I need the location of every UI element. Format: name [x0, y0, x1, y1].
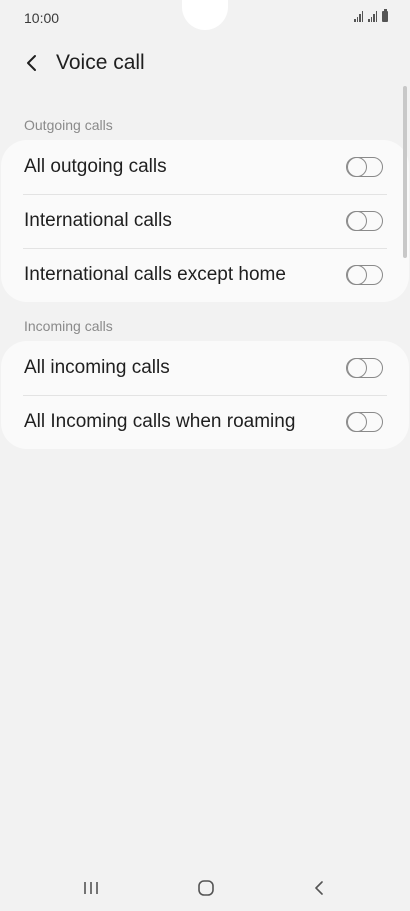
- toggle-switch[interactable]: [346, 264, 383, 285]
- signal-icon: [368, 11, 377, 22]
- back-button[interactable]: [18, 48, 46, 78]
- item-label: All incoming calls: [24, 357, 170, 378]
- incoming-calls-card: All incoming calls All Incoming calls wh…: [1, 341, 409, 449]
- toggle-knob: [347, 411, 367, 432]
- section-label-incoming: Incoming calls: [24, 318, 113, 334]
- signal-icon: [354, 11, 363, 22]
- list-item-all-incoming-roaming[interactable]: All Incoming calls when roaming: [1, 395, 409, 449]
- recents-button[interactable]: [71, 873, 111, 903]
- item-label: International calls except home: [24, 264, 286, 285]
- item-label: All outgoing calls: [24, 156, 167, 177]
- nav-back-button[interactable]: [300, 873, 340, 903]
- battery-icon: [382, 9, 388, 22]
- camera-notch: [182, 0, 228, 30]
- back-icon: [315, 881, 323, 895]
- toggle-switch[interactable]: [346, 357, 383, 378]
- toggle-switch[interactable]: [346, 210, 383, 231]
- status-bar: 10:00: [0, 0, 410, 36]
- list-item-all-outgoing[interactable]: All outgoing calls: [1, 140, 409, 194]
- item-label: International calls: [24, 210, 172, 231]
- chevron-left-icon: [27, 55, 36, 71]
- home-icon: [198, 880, 214, 896]
- list-item-all-incoming[interactable]: All incoming calls: [1, 341, 409, 395]
- toggle-knob: [347, 264, 367, 285]
- list-item-international[interactable]: International calls: [1, 194, 409, 248]
- app-header: Voice call: [0, 44, 410, 84]
- list-item-international-except-home[interactable]: International calls except home: [1, 248, 409, 302]
- section-label-outgoing: Outgoing calls: [24, 117, 113, 133]
- toggle-knob: [347, 210, 367, 231]
- scrollbar[interactable]: [403, 86, 407, 258]
- toggle-switch[interactable]: [346, 156, 383, 177]
- status-time: 10:00: [24, 10, 60, 26]
- outgoing-calls-card: All outgoing calls International calls I…: [1, 140, 409, 302]
- item-label: All Incoming calls when roaming: [24, 411, 296, 432]
- page-title: Voice call: [56, 51, 145, 74]
- status-icons: [354, 9, 388, 22]
- recents-icon: [84, 882, 98, 894]
- toggle-knob: [347, 357, 367, 378]
- toggle-knob: [347, 156, 367, 177]
- home-button[interactable]: [186, 873, 226, 903]
- navigation-bar: [0, 863, 410, 911]
- toggle-switch[interactable]: [346, 411, 383, 432]
